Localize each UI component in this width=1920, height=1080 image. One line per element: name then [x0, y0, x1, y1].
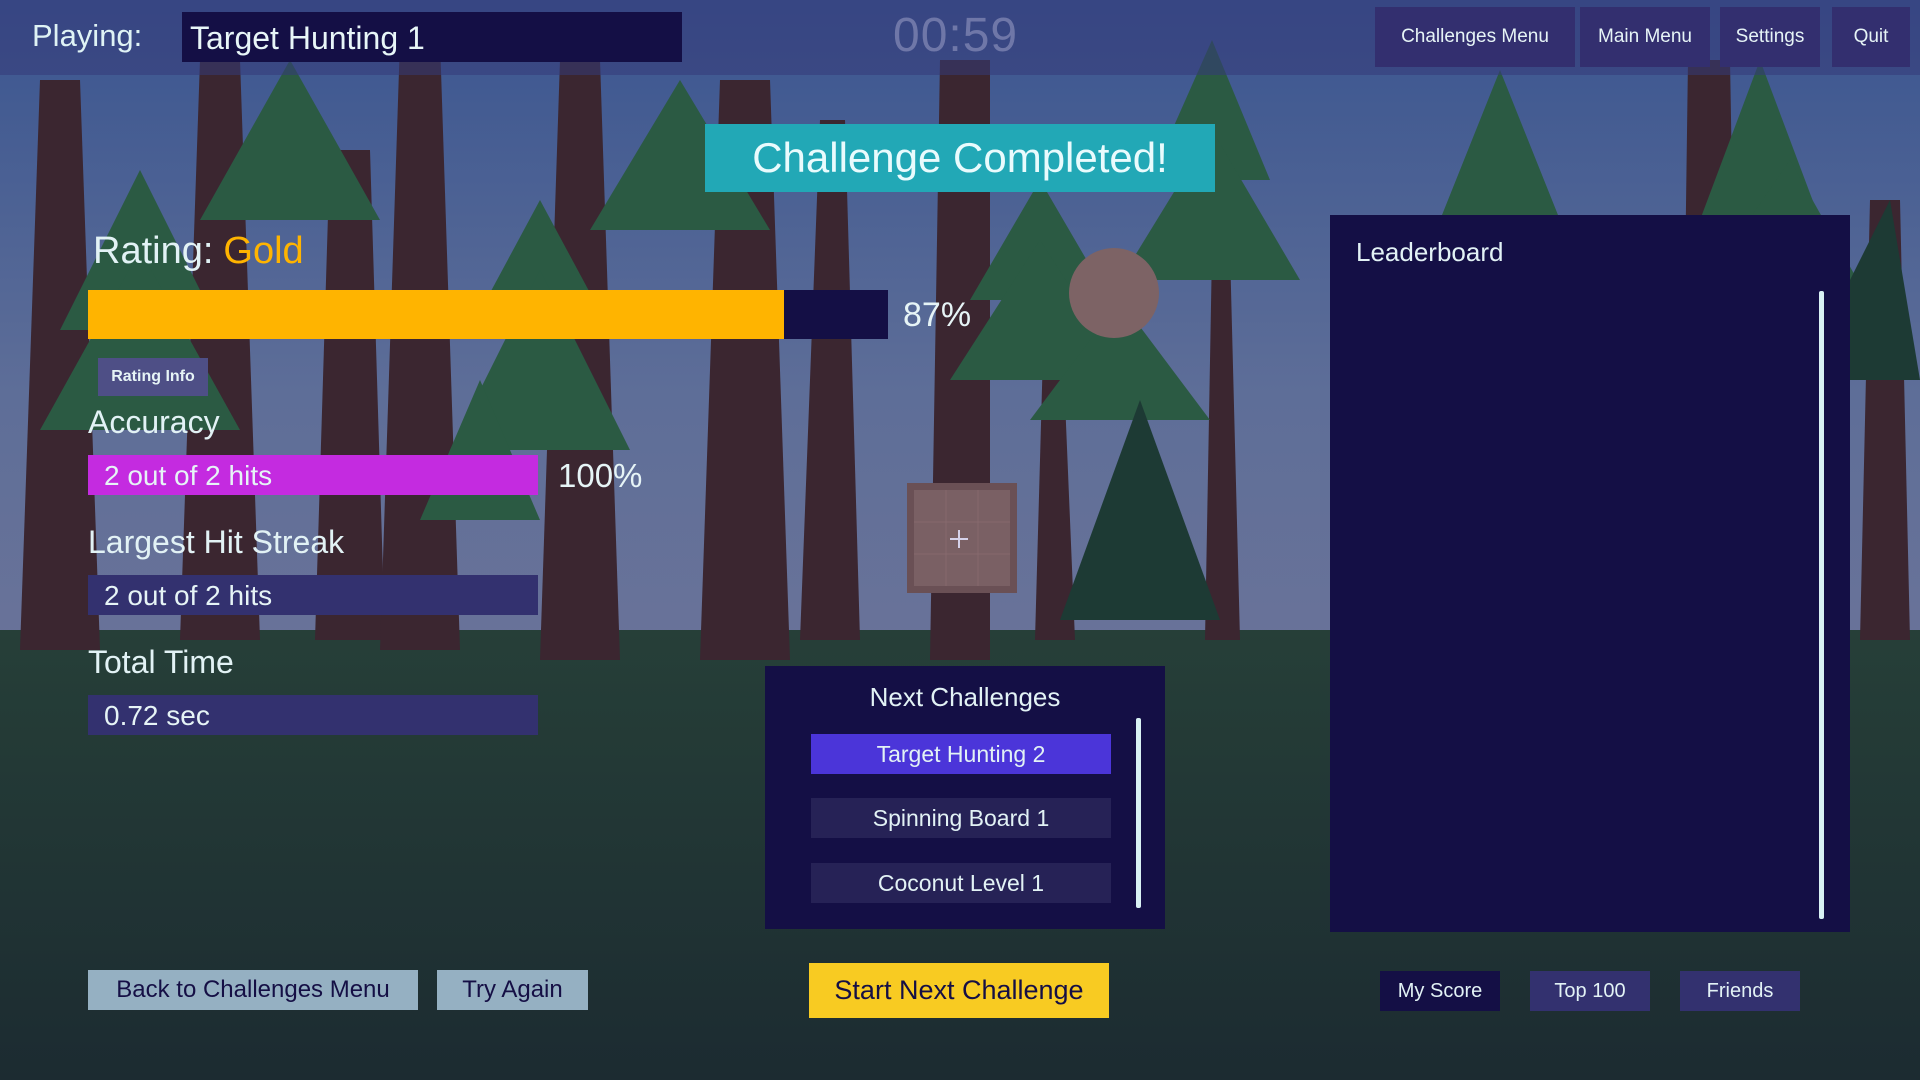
- round-target: [1069, 248, 1159, 338]
- total-time-bar: 0.72 sec: [88, 695, 538, 735]
- rating-progress-bar: [88, 290, 888, 339]
- next-challenge-item[interactable]: Target Hunting 2: [811, 734, 1111, 774]
- rating-info-button[interactable]: Rating Info: [98, 358, 208, 396]
- back-to-challenges-button[interactable]: Back to Challenges Menu: [88, 970, 418, 1010]
- leaderboard-title: Leaderboard: [1356, 237, 1504, 267]
- rating-heading: Rating: Gold: [93, 230, 304, 273]
- next-challenges-panel: Next Challenges Target Hunting 2 Spinnin…: [765, 666, 1165, 929]
- leaderboard-tab-friends[interactable]: Friends: [1680, 971, 1800, 1011]
- leaderboard-panel: Leaderboard: [1330, 215, 1850, 932]
- rating-progress-fill: [88, 290, 784, 339]
- leaderboard-scrollbar[interactable]: [1819, 291, 1824, 919]
- try-again-button[interactable]: Try Again: [437, 970, 588, 1010]
- next-challenge-item[interactable]: Spinning Board 1: [811, 798, 1111, 838]
- playing-label: Playing:: [32, 18, 143, 53]
- hit-streak-bar: 2 out of 2 hits: [88, 575, 538, 615]
- leaderboard-tab-my-score[interactable]: My Score: [1380, 971, 1500, 1011]
- total-time-value: 0.72 sec: [104, 700, 210, 731]
- start-next-challenge-button[interactable]: Start Next Challenge: [809, 963, 1109, 1018]
- leaderboard-tab-top-100[interactable]: Top 100: [1530, 971, 1650, 1011]
- next-challenges-title: Next Challenges: [869, 682, 1061, 712]
- settings-button[interactable]: Settings: [1720, 7, 1820, 67]
- rating-value: Gold: [223, 230, 304, 272]
- accuracy-percent: 100%: [558, 457, 643, 494]
- challenge-completed-banner: Challenge Completed!: [705, 124, 1215, 192]
- hit-streak-label: Largest Hit Streak: [88, 524, 345, 560]
- hit-streak-value: 2 out of 2 hits: [104, 580, 273, 611]
- challenges-menu-button[interactable]: Challenges Menu: [1375, 7, 1575, 67]
- accuracy-label: Accuracy: [88, 404, 220, 440]
- current-challenge-box: Target Hunting 1: [182, 12, 682, 62]
- accuracy-value: 2 out of 2 hits: [104, 460, 273, 491]
- rating-percent: 87%: [903, 296, 972, 334]
- rating-label: Rating:: [93, 230, 214, 272]
- next-challenges-scrollbar[interactable]: [1136, 718, 1141, 908]
- next-challenge-item[interactable]: Coconut Level 1: [811, 863, 1111, 903]
- current-challenge-name: Target Hunting 1: [190, 20, 425, 56]
- total-time-label: Total Time: [88, 644, 234, 680]
- timer: 00:59: [893, 9, 1019, 62]
- quit-button[interactable]: Quit: [1832, 7, 1910, 67]
- main-menu-button[interactable]: Main Menu: [1580, 7, 1710, 67]
- accuracy-bar: 2 out of 2 hits: [88, 455, 538, 495]
